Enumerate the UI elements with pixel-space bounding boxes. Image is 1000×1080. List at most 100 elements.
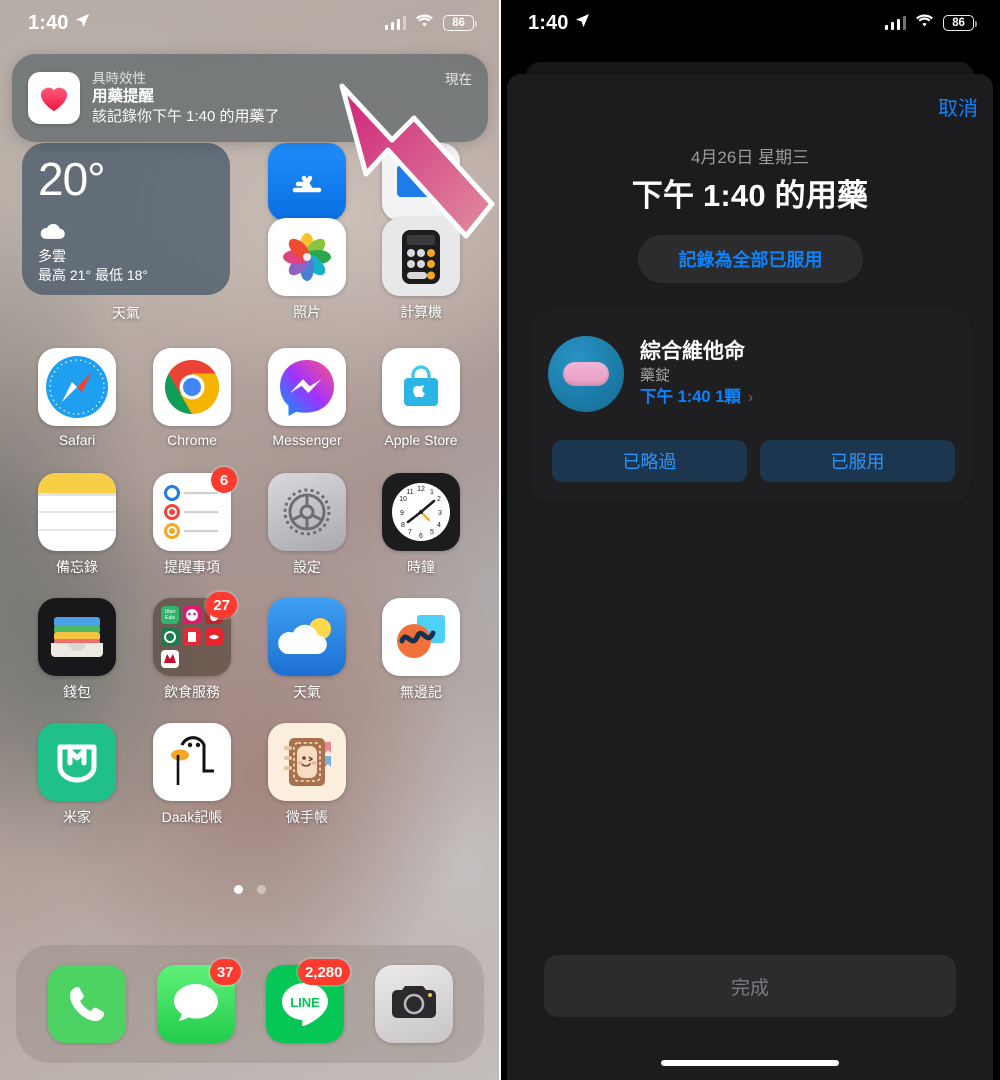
- location-arrow-icon: [75, 13, 90, 33]
- app-label: 備忘錄: [56, 559, 98, 575]
- daak-duck-icon: [153, 723, 231, 801]
- app-label: 微手帳: [286, 809, 328, 825]
- messages-icon: 37: [156, 959, 241, 1043]
- app-icon-photos[interactable]: 照片: [252, 218, 362, 322]
- app-icon-settings[interactable]: 設定: [252, 473, 362, 577]
- log-all-taken-button[interactable]: 記錄為全部已服用: [638, 235, 863, 283]
- app-label: Messenger: [272, 432, 342, 448]
- app-icon-weather[interactable]: 天氣: [252, 598, 362, 702]
- app-folder-food[interactable]: Uber Eats 27 飲食服務: [137, 592, 247, 702]
- weather-icon: [268, 598, 346, 676]
- svg-text:12: 12: [417, 486, 425, 493]
- status-bar-right: 1:40 86: [500, 0, 1000, 46]
- location-arrow-icon: [575, 13, 590, 33]
- app-icon-mi-home[interactable]: 米家: [22, 723, 132, 827]
- weather-widget-label: 天氣: [112, 305, 140, 321]
- app-icon-clock[interactable]: 12 3 6 9 12 45 7 8 10 11 時鐘: [366, 473, 476, 577]
- right-phone-medication-sheet: 1:40 86 取消 4月26日 星期三 下午 1:40 的用藥 記錄為全部已服…: [500, 0, 1000, 1080]
- page-title: 下午 1:40 的用藥: [631, 178, 869, 213]
- app-icon-daak[interactable]: Daak記帳: [137, 723, 247, 827]
- app-label: 米家: [63, 809, 91, 825]
- dock-item-phone[interactable]: [43, 965, 131, 1043]
- cancel-button[interactable]: 取消: [938, 92, 978, 121]
- svg-text:Eats: Eats: [165, 615, 176, 621]
- medication-dose-link[interactable]: 下午 1:40 1顆 ›: [640, 386, 753, 409]
- taken-button[interactable]: 已服用: [760, 440, 955, 482]
- pill-capsule-icon: [548, 336, 624, 412]
- svg-text:7: 7: [408, 529, 412, 536]
- app-icon-wallet[interactable]: 錢包: [22, 598, 132, 702]
- clock-icon: 12 3 6 9 12 45 7 8 10 11: [382, 473, 460, 551]
- svg-text:LINE: LINE: [290, 995, 320, 1010]
- page-dots: [0, 885, 500, 894]
- widget-condition: 多雲: [38, 248, 66, 264]
- skipped-button[interactable]: 已略過: [552, 440, 747, 482]
- dock-item-camera[interactable]: [370, 965, 458, 1043]
- files-icon: [382, 143, 460, 221]
- status-bar-time: 1:40: [28, 11, 69, 34]
- battery-level: 86: [952, 17, 965, 29]
- page-dot[interactable]: [257, 885, 266, 894]
- page-dot-active[interactable]: [234, 885, 243, 894]
- panel-divider: [499, 0, 501, 1080]
- app-label: 錢包: [63, 684, 91, 700]
- sheet-date: 4月26日 星期三: [690, 148, 810, 167]
- photos-icon: [268, 218, 346, 296]
- weather-widget[interactable]: 20° 多雲 最高 21° 最低 18°: [22, 143, 230, 295]
- svg-text:10: 10: [399, 496, 407, 503]
- dock: 37 LINE 2,280: [16, 945, 484, 1063]
- app-icon-reminders[interactable]: 6 提醒事項: [137, 467, 247, 577]
- phone-icon: [47, 965, 126, 1043]
- pill-glyph: [563, 362, 609, 386]
- dock-item-messages[interactable]: 37: [152, 959, 241, 1043]
- app-icon-safari[interactable]: Safari: [22, 348, 132, 448]
- app-icon-apple-store[interactable]: Apple Store: [366, 348, 476, 448]
- camera-icon: [374, 965, 453, 1043]
- status-bar-indicators: 86: [884, 14, 978, 33]
- app-label: Daak記帳: [161, 809, 223, 825]
- badge-count: 2,280: [297, 959, 350, 985]
- status-bar-indicators: 86: [384, 14, 478, 33]
- app-label: Safari: [58, 432, 96, 448]
- app-label: 設定: [293, 559, 321, 575]
- apple-store-icon: [382, 348, 460, 426]
- status-bar-left: 1:40 86: [0, 0, 500, 46]
- cloud-icon: [40, 223, 65, 239]
- svg-text:1: 1: [430, 489, 434, 496]
- done-button[interactable]: 完成: [544, 955, 956, 1017]
- svg-text:8: 8: [401, 522, 405, 529]
- svg-text:11: 11: [406, 489, 413, 496]
- svg-text:3: 3: [438, 510, 442, 517]
- notification-text: 具時效性 用藥提醒 該記錄你下午 1:40 的用藥了: [92, 70, 445, 127]
- app-icon-messenger[interactable]: Messenger: [252, 348, 362, 448]
- svg-text:4: 4: [437, 522, 441, 529]
- medication-row: 綜合維他命 藥錠 下午 1:40 1顆 ›: [530, 310, 970, 412]
- heart-glyph: [40, 87, 68, 112]
- chrome-icon: [153, 348, 231, 426]
- badge-count: 27: [206, 592, 237, 618]
- app-icon-notes[interactable]: 備忘錄: [22, 473, 132, 577]
- app-icon-notebook[interactable]: 微手帳: [252, 723, 362, 827]
- medication-card: 綜合維他命 藥錠 下午 1:40 1顆 › 已略過 已服用: [530, 310, 970, 502]
- app-icon-freeform[interactable]: 無邊記: [366, 598, 476, 702]
- notification-banner[interactable]: 具時效性 用藥提醒 該記錄你下午 1:40 的用藥了 現在: [12, 54, 488, 142]
- widget-details: 多雲 最高 21° 最低 18°: [38, 222, 148, 285]
- app-icon-calculator[interactable]: 計算機: [366, 218, 476, 322]
- settings-gear-icon: [268, 473, 346, 551]
- wallet-icon: [38, 598, 116, 676]
- badge-count: 6: [211, 467, 237, 493]
- app-icon-chrome[interactable]: Chrome: [137, 348, 247, 448]
- medication-sheet: [507, 74, 993, 1080]
- status-bar-time: 1:40: [528, 11, 569, 34]
- home-indicator: [661, 1060, 839, 1066]
- svg-text:2: 2: [437, 496, 441, 503]
- messenger-icon: [268, 348, 346, 426]
- svg-text:5: 5: [430, 529, 434, 536]
- calculator-icon: [382, 218, 460, 296]
- svg-text:6: 6: [419, 533, 423, 540]
- cellular-signal-icon: [384, 16, 406, 30]
- battery-level: 86: [452, 17, 465, 29]
- freeform-icon: [382, 598, 460, 676]
- dock-item-line[interactable]: LINE 2,280: [261, 959, 350, 1043]
- cellular-signal-icon: [884, 16, 906, 30]
